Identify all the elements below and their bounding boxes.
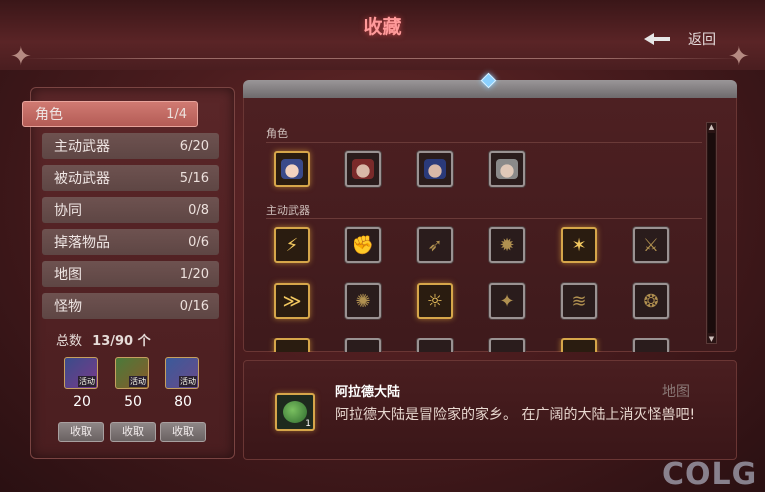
category-label: 怪物 [54, 299, 82, 315]
wave-weapon-icon: ≫ [282, 290, 302, 312]
total-progress: 总数 13/90 个 [56, 330, 151, 349]
category-label: 主动武器 [54, 139, 110, 155]
category-count: 1/4 [166, 106, 187, 122]
category-tab-maps[interactable]: 地图 1/20 [42, 261, 219, 287]
weapon-slot[interactable]: ✦ [489, 283, 525, 319]
chest-icon: 活动 [165, 357, 199, 389]
total-label: 总数 [56, 334, 83, 349]
rock-weapon-icon: ❂ [643, 290, 659, 312]
arrow-left-icon [644, 33, 670, 45]
category-label: 地图 [54, 267, 82, 283]
character-portrait-icon [496, 159, 518, 179]
weapon-slot[interactable] [274, 338, 310, 352]
reward-item: 活动 80 [165, 357, 201, 410]
detail-name: 阿拉德大陆 [335, 385, 401, 400]
category-tab-characters[interactable]: 角色 1/4 [22, 101, 198, 127]
kick-weapon-icon: ➶ [427, 234, 443, 256]
explosion-weapon-icon: ✺ [355, 290, 371, 312]
category-count: 5/16 [179, 170, 209, 186]
scroll-up-icon[interactable]: ▲ [707, 123, 716, 131]
category-count: 6/20 [179, 138, 209, 154]
category-label: 角色 [35, 107, 63, 123]
claim-button[interactable]: 收取 [160, 422, 206, 442]
grid-scrollbar[interactable]: ▲ ▼ [706, 122, 717, 344]
category-tab-passive-weapons[interactable]: 被动武器 5/16 [42, 165, 219, 191]
weapon-slot[interactable] [489, 338, 525, 352]
character-portrait-icon [352, 159, 374, 179]
total-value: 13/90 个 [92, 334, 151, 349]
category-count: 0/6 [188, 234, 209, 250]
category-count: 0/16 [179, 298, 209, 314]
category-count: 1/20 [179, 266, 209, 282]
back-button[interactable]: 返回 [644, 28, 734, 50]
weapon-slot[interactable] [561, 338, 597, 352]
detail-type: 地图 [662, 384, 690, 400]
header-divider [20, 58, 745, 59]
scroll-down-icon[interactable]: ▼ [707, 335, 716, 343]
weapon-slot[interactable]: ⚡ [274, 227, 310, 263]
character-slot[interactable] [274, 151, 310, 187]
claim-button[interactable]: 收取 [110, 422, 156, 442]
weapon-slot[interactable]: ✺ [345, 283, 381, 319]
weapon-row-clipped [243, 338, 703, 352]
chest-icon: 活动 [115, 357, 149, 389]
category-label: 掉落物品 [54, 235, 110, 251]
map-level: 1 [305, 419, 311, 429]
detail-description: 阿拉德大陆是冒险家的家乡。 在广阔的大陆上消灭怪兽吧! [335, 407, 696, 423]
weapon-slot[interactable]: ✹ [489, 227, 525, 263]
reward-threshold: 80 [174, 394, 192, 410]
category-tab-active-weapons[interactable]: 主动武器 6/20 [42, 133, 219, 159]
reward-item: 活动 20 [64, 357, 100, 410]
chest-icon: 活动 [64, 357, 98, 389]
weapon-slot[interactable]: ☼ [417, 283, 453, 319]
slash-weapon-icon: ⚡ [285, 234, 299, 256]
category-label: 协同 [54, 203, 82, 219]
map-thumbnail [283, 401, 307, 423]
claim-button[interactable]: 收取 [58, 422, 104, 442]
stack-weapon-icon: ≋ [571, 290, 587, 312]
reward-item: 活动 50 [115, 357, 151, 410]
back-label: 返回 [688, 32, 716, 48]
section-divider [266, 142, 702, 143]
sword-weapon-icon: ⚔ [642, 234, 660, 256]
weapon-slot[interactable] [345, 338, 381, 352]
cross-slash-weapon-icon: ✶ [571, 234, 587, 256]
character-slot[interactable] [417, 151, 453, 187]
weapon-slot[interactable]: ❂ [633, 283, 669, 319]
corner-ornament-left-icon: ✦ [10, 42, 32, 72]
watermark-logo: COLG [662, 457, 758, 492]
fist-weapon-icon: ✊ [351, 234, 375, 256]
weapon-slot[interactable]: ≋ [561, 283, 597, 319]
category-tab-drops[interactable]: 掉落物品 0/6 [42, 229, 219, 255]
weapon-slot[interactable] [417, 338, 453, 352]
reward-badge: 活动 [129, 376, 147, 387]
section-label-characters: 角色 [266, 127, 288, 140]
section-divider [266, 218, 702, 219]
character-portrait-icon [281, 159, 303, 179]
reward-badge: 活动 [78, 376, 96, 387]
pillar-weapon-icon: ☼ [426, 290, 444, 312]
category-label: 被动武器 [54, 171, 110, 187]
category-tab-synergy[interactable]: 协同 0/8 [42, 197, 219, 223]
weapon-slot[interactable]: ✊ [345, 227, 381, 263]
reward-threshold: 50 [124, 394, 142, 410]
character-slot[interactable] [489, 151, 525, 187]
character-slot[interactable] [345, 151, 381, 187]
weapon-slot[interactable]: ⚔ [633, 227, 669, 263]
weapon-slot[interactable]: ≫ [274, 283, 310, 319]
category-tab-monsters[interactable]: 怪物 0/16 [42, 293, 219, 319]
weapon-slot[interactable]: ✶ [561, 227, 597, 263]
category-count: 0/8 [188, 202, 209, 218]
scroll-thumb[interactable] [708, 133, 715, 333]
weapon-slot[interactable]: ➶ [417, 227, 453, 263]
reward-badge: 活动 [179, 376, 197, 387]
map-icon: 1 [275, 393, 315, 431]
burst-weapon-icon: ✹ [499, 234, 515, 256]
reward-threshold: 20 [73, 394, 91, 410]
character-portrait-icon [424, 159, 446, 179]
claw-weapon-icon: ✦ [499, 290, 515, 312]
weapon-slot[interactable] [633, 338, 669, 352]
section-label-active-weapons: 主动武器 [266, 204, 310, 217]
